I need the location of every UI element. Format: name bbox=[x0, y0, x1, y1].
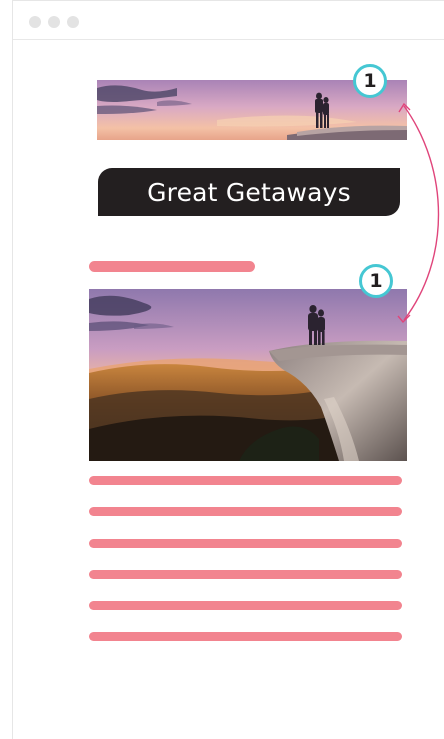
window-dot-icon bbox=[48, 16, 60, 28]
text-placeholder-line bbox=[89, 539, 402, 548]
text-placeholder-line bbox=[89, 476, 402, 485]
subtitle-placeholder-bar bbox=[89, 261, 255, 272]
text-placeholder-line bbox=[89, 507, 402, 516]
text-placeholder-line bbox=[89, 570, 402, 579]
window-dot-icon bbox=[67, 16, 79, 28]
badge-number: 1 bbox=[363, 70, 377, 92]
badge-number: 1 bbox=[369, 270, 383, 292]
page-title: Great Getaways bbox=[147, 177, 351, 207]
step-number-badge: 1 bbox=[353, 64, 387, 98]
page-title-banner: Great Getaways bbox=[98, 168, 400, 216]
text-placeholder-line bbox=[89, 632, 402, 641]
window-titlebar bbox=[13, 1, 444, 40]
window-dot-icon bbox=[29, 16, 41, 28]
step-number-badge: 1 bbox=[359, 264, 393, 298]
text-placeholder-line bbox=[89, 601, 402, 610]
hero-image-full bbox=[89, 289, 407, 461]
